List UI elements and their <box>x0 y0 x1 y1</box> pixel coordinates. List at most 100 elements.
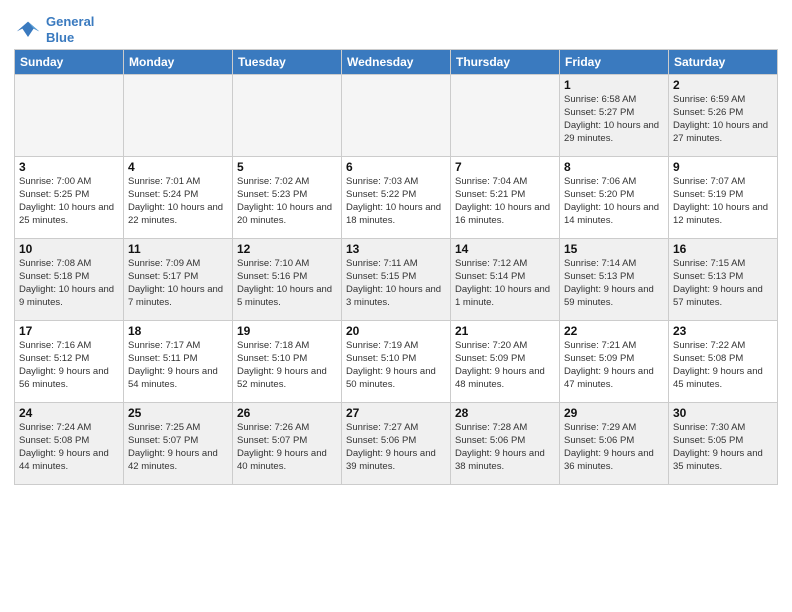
day-number: 8 <box>564 160 664 174</box>
day-info: Sunrise: 7:21 AM Sunset: 5:09 PM Dayligh… <box>564 340 664 391</box>
day-number: 25 <box>128 406 228 420</box>
page-container: General Blue SundayMondayTuesdayWednesda… <box>0 0 792 491</box>
calendar-cell: 3 Sunrise: 7:00 AM Sunset: 5:25 PM Daylig… <box>15 157 124 239</box>
day-info: Sunrise: 7:17 AM Sunset: 5:11 PM Dayligh… <box>128 340 228 391</box>
day-number: 13 <box>346 242 446 256</box>
calendar-cell: 20Sunrise: 7:19 AM Sunset: 5:10 PM Dayli… <box>342 321 451 403</box>
calendar-cell <box>342 75 451 157</box>
logo: General Blue <box>14 14 94 45</box>
day-number: 12 <box>237 242 337 256</box>
calendar-cell: 8 Sunrise: 7:06 AM Sunset: 5:20 PM Daylig… <box>560 157 669 239</box>
day-number: 23 <box>673 324 773 338</box>
calendar-weekday-wednesday: Wednesday <box>342 50 451 75</box>
calendar-cell: 16Sunrise: 7:15 AM Sunset: 5:13 PM Dayli… <box>669 239 778 321</box>
calendar-week-row: 3 Sunrise: 7:00 AM Sunset: 5:25 PM Daylig… <box>15 157 778 239</box>
calendar-cell: 12 Sunrise: 7:10 AM Sunset: 5:16 PM Dayli… <box>233 239 342 321</box>
day-info: Sunrise: 7:11 AM Sunset: 5:15 PM Dayligh… <box>346 258 446 309</box>
calendar-cell: 17 Sunrise: 7:16 AM Sunset: 5:12 PM Dayli… <box>15 321 124 403</box>
calendar-week-row: 24Sunrise: 7:24 AM Sunset: 5:08 PM Dayli… <box>15 403 778 485</box>
calendar-cell: 11 Sunrise: 7:09 AM Sunset: 5:17 PM Dayli… <box>124 239 233 321</box>
day-info: Sunrise: 7:20 AM Sunset: 5:09 PM Dayligh… <box>455 340 555 391</box>
header: General Blue <box>14 10 778 45</box>
day-number: 4 <box>128 160 228 174</box>
calendar-cell: 21 Sunrise: 7:20 AM Sunset: 5:09 PM Dayli… <box>451 321 560 403</box>
calendar-cell: 7 Sunrise: 7:04 AM Sunset: 5:21 PM Daylig… <box>451 157 560 239</box>
calendar-week-row: 1Sunrise: 6:58 AM Sunset: 5:27 PM Daylig… <box>15 75 778 157</box>
calendar-weekday-monday: Monday <box>124 50 233 75</box>
calendar-cell: 30 Sunrise: 7:30 AM Sunset: 5:05 PM Dayli… <box>669 403 778 485</box>
day-number: 18 <box>128 324 228 338</box>
day-number: 15 <box>564 242 664 256</box>
calendar-cell: 29 Sunrise: 7:29 AM Sunset: 5:06 PM Dayli… <box>560 403 669 485</box>
day-number: 11 <box>128 242 228 256</box>
day-number: 29 <box>564 406 664 420</box>
day-info: Sunrise: 7:26 AM Sunset: 5:07 PM Dayligh… <box>237 422 337 473</box>
day-info: Sunrise: 7:01 AM Sunset: 5:24 PM Dayligh… <box>128 176 228 227</box>
calendar-table: SundayMondayTuesdayWednesdayThursdayFrid… <box>14 49 778 485</box>
day-info: Sunrise: 7:28 AM Sunset: 5:06 PM Dayligh… <box>455 422 555 473</box>
day-info: Sunrise: 7:03 AM Sunset: 5:22 PM Dayligh… <box>346 176 446 227</box>
calendar-cell: 27Sunrise: 7:27 AM Sunset: 5:06 PM Dayli… <box>342 403 451 485</box>
day-number: 28 <box>455 406 555 420</box>
calendar-cell: 5 Sunrise: 7:02 AM Sunset: 5:23 PM Daylig… <box>233 157 342 239</box>
calendar-week-row: 10 Sunrise: 7:08 AM Sunset: 5:18 PM Dayli… <box>15 239 778 321</box>
logo-general: General <box>46 14 94 29</box>
logo-icon <box>14 16 42 44</box>
logo-blue: Blue <box>46 30 74 45</box>
calendar-cell: 28 Sunrise: 7:28 AM Sunset: 5:06 PM Dayli… <box>451 403 560 485</box>
calendar-header-row: SundayMondayTuesdayWednesdayThursdayFrid… <box>15 50 778 75</box>
day-number: 30 <box>673 406 773 420</box>
day-info: Sunrise: 7:00 AM Sunset: 5:25 PM Dayligh… <box>19 176 119 227</box>
calendar-weekday-thursday: Thursday <box>451 50 560 75</box>
calendar-cell: 6 Sunrise: 7:03 AM Sunset: 5:22 PM Daylig… <box>342 157 451 239</box>
day-info: Sunrise: 7:09 AM Sunset: 5:17 PM Dayligh… <box>128 258 228 309</box>
day-number: 10 <box>19 242 119 256</box>
calendar-cell: 15 Sunrise: 7:14 AM Sunset: 5:13 PM Dayli… <box>560 239 669 321</box>
day-number: 14 <box>455 242 555 256</box>
day-info: Sunrise: 6:58 AM Sunset: 5:27 PM Dayligh… <box>564 94 664 145</box>
calendar-cell: 25 Sunrise: 7:25 AM Sunset: 5:07 PM Dayli… <box>124 403 233 485</box>
calendar-cell <box>233 75 342 157</box>
calendar-cell: 19Sunrise: 7:18 AM Sunset: 5:10 PM Dayli… <box>233 321 342 403</box>
day-info: Sunrise: 7:14 AM Sunset: 5:13 PM Dayligh… <box>564 258 664 309</box>
calendar-cell: 24Sunrise: 7:24 AM Sunset: 5:08 PM Dayli… <box>15 403 124 485</box>
calendar-cell <box>15 75 124 157</box>
calendar-cell: 18 Sunrise: 7:17 AM Sunset: 5:11 PM Dayli… <box>124 321 233 403</box>
day-number: 9 <box>673 160 773 174</box>
day-number: 20 <box>346 324 446 338</box>
day-number: 5 <box>237 160 337 174</box>
day-info: Sunrise: 6:59 AM Sunset: 5:26 PM Dayligh… <box>673 94 773 145</box>
day-info: Sunrise: 7:22 AM Sunset: 5:08 PM Dayligh… <box>673 340 773 391</box>
day-number: 6 <box>346 160 446 174</box>
calendar-weekday-saturday: Saturday <box>669 50 778 75</box>
day-number: 21 <box>455 324 555 338</box>
day-info: Sunrise: 7:02 AM Sunset: 5:23 PM Dayligh… <box>237 176 337 227</box>
calendar-weekday-sunday: Sunday <box>15 50 124 75</box>
calendar-cell: 4 Sunrise: 7:01 AM Sunset: 5:24 PM Daylig… <box>124 157 233 239</box>
day-info: Sunrise: 7:29 AM Sunset: 5:06 PM Dayligh… <box>564 422 664 473</box>
day-info: Sunrise: 7:04 AM Sunset: 5:21 PM Dayligh… <box>455 176 555 227</box>
calendar-cell: 10 Sunrise: 7:08 AM Sunset: 5:18 PM Dayli… <box>15 239 124 321</box>
calendar-weekday-tuesday: Tuesday <box>233 50 342 75</box>
day-info: Sunrise: 7:10 AM Sunset: 5:16 PM Dayligh… <box>237 258 337 309</box>
day-number: 16 <box>673 242 773 256</box>
day-number: 7 <box>455 160 555 174</box>
calendar-cell: 22 Sunrise: 7:21 AM Sunset: 5:09 PM Dayli… <box>560 321 669 403</box>
logo-text: General Blue <box>46 14 94 45</box>
day-info: Sunrise: 7:18 AM Sunset: 5:10 PM Dayligh… <box>237 340 337 391</box>
day-info: Sunrise: 7:07 AM Sunset: 5:19 PM Dayligh… <box>673 176 773 227</box>
calendar-cell: 2Sunrise: 6:59 AM Sunset: 5:26 PM Daylig… <box>669 75 778 157</box>
calendar-cell: 9 Sunrise: 7:07 AM Sunset: 5:19 PM Daylig… <box>669 157 778 239</box>
day-number: 3 <box>19 160 119 174</box>
day-info: Sunrise: 7:24 AM Sunset: 5:08 PM Dayligh… <box>19 422 119 473</box>
day-info: Sunrise: 7:08 AM Sunset: 5:18 PM Dayligh… <box>19 258 119 309</box>
day-info: Sunrise: 7:30 AM Sunset: 5:05 PM Dayligh… <box>673 422 773 473</box>
calendar-cell: 23 Sunrise: 7:22 AM Sunset: 5:08 PM Dayli… <box>669 321 778 403</box>
day-info: Sunrise: 7:06 AM Sunset: 5:20 PM Dayligh… <box>564 176 664 227</box>
day-info: Sunrise: 7:16 AM Sunset: 5:12 PM Dayligh… <box>19 340 119 391</box>
day-info: Sunrise: 7:12 AM Sunset: 5:14 PM Dayligh… <box>455 258 555 309</box>
calendar-cell <box>124 75 233 157</box>
day-info: Sunrise: 7:25 AM Sunset: 5:07 PM Dayligh… <box>128 422 228 473</box>
day-number: 17 <box>19 324 119 338</box>
day-number: 22 <box>564 324 664 338</box>
